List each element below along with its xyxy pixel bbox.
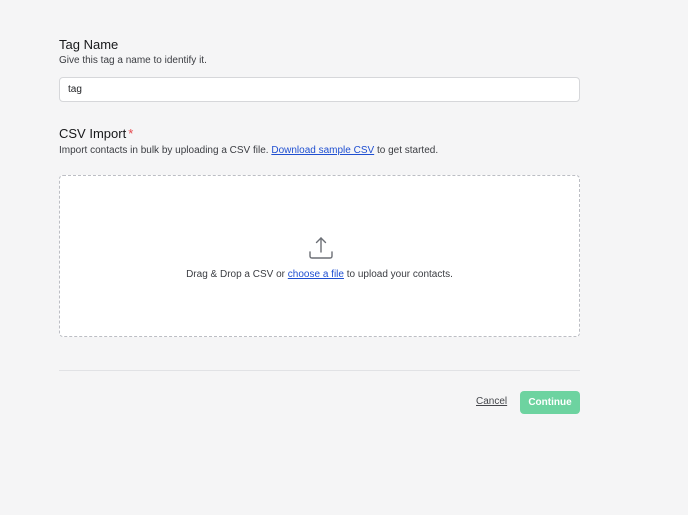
csv-description-prefix: Import contacts in bulk by uploading a C… [59, 145, 269, 156]
upload-icon [309, 237, 333, 259]
csv-import-title: CSV Import * [59, 126, 133, 141]
dropzone-text: Drag & Drop a CSV or choose a file to up… [60, 269, 579, 280]
required-marker: * [128, 126, 134, 141]
choose-file-link[interactable]: choose a file [288, 269, 344, 280]
csv-dropzone[interactable]: Drag & Drop a CSV or choose a file to up… [59, 175, 580, 337]
footer-divider [59, 370, 580, 371]
continue-button[interactable]: Continue [520, 391, 580, 414]
download-sample-csv-link[interactable]: Download sample CSV [271, 145, 374, 156]
tag-name-input[interactable] [59, 77, 580, 102]
dropzone-text-suffix: to upload your contacts. [346, 269, 453, 280]
csv-import-title-text: CSV Import [59, 126, 127, 141]
tag-name-title: Tag Name [59, 37, 119, 52]
cancel-button[interactable]: Cancel [476, 396, 507, 407]
tag-name-description: Give this tag a name to identify it. [59, 55, 207, 66]
csv-description-suffix: to get started. [376, 145, 439, 156]
csv-import-description: Import contacts in bulk by uploading a C… [59, 145, 438, 156]
dropzone-text-prefix: Drag & Drop a CSV or [186, 269, 286, 280]
